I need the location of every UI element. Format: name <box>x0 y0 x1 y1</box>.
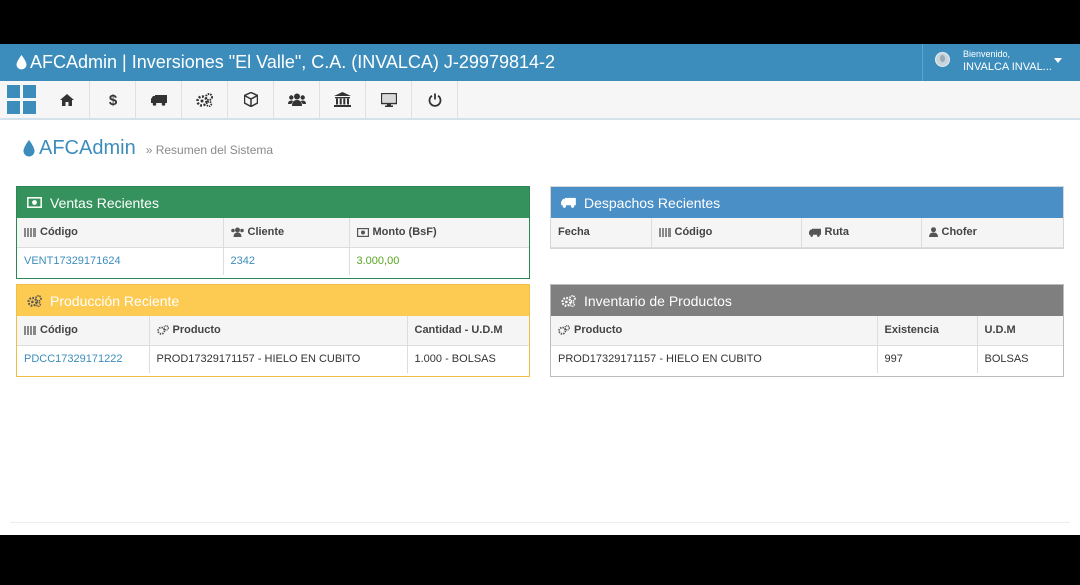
truck-icon <box>150 94 167 106</box>
venta-codigo-link[interactable]: VENT17329171624 <box>17 247 224 275</box>
col-codigo[interactable]: Código <box>17 316 150 346</box>
cogs-icon <box>561 294 576 307</box>
produccion-cantidad: 1.000 - BOLSAS <box>414 353 496 366</box>
col-existencia[interactable]: Existencia <box>877 316 978 346</box>
truck-icon <box>808 228 821 237</box>
col-codigo[interactable]: Código <box>651 218 802 248</box>
user-menu[interactable]: Bienvenido, INVALCA INVAL... <box>922 44 1080 81</box>
ventas-table: Código Cliente Monto (BsF) VENT173291716… <box>17 218 529 275</box>
cube-icon <box>243 92 258 107</box>
barcode-icon <box>24 227 36 237</box>
users-icon <box>287 93 306 106</box>
cogs-icon <box>156 325 169 336</box>
users-icon <box>230 227 244 238</box>
table-row[interactable]: PROD17329171157 - HIELO EN CUBITO 997 BO… <box>551 345 1063 373</box>
power-icon <box>428 93 441 107</box>
users-button[interactable] <box>274 81 320 118</box>
col-producto[interactable]: Producto <box>149 316 408 346</box>
table-row[interactable]: VENT17329171624 2342 3.000,00 <box>17 247 529 275</box>
bank-icon <box>334 92 351 107</box>
inventario-table: Producto Existencia U.D.M PROD1732917115… <box>551 316 1063 373</box>
venta-monto: 3.000,00 <box>356 255 400 268</box>
home-icon <box>59 93 74 106</box>
app-brand[interactable]: AFCAdmin | Inversiones "El Valle", C.A. … <box>16 51 555 73</box>
finance-button[interactable]: $ <box>90 81 136 118</box>
inventario-panel-header: Inventario de Productos <box>551 285 1063 316</box>
cogs-icon <box>558 325 570 336</box>
inventario-producto: PROD17329171157 - HIELO EN CUBITO <box>551 345 878 373</box>
production-button[interactable] <box>182 81 228 118</box>
col-codigo[interactable]: Código <box>17 218 224 248</box>
col-udm[interactable]: U.D.M <box>977 316 1063 346</box>
logout-button[interactable] <box>412 81 458 118</box>
venta-cliente-link[interactable]: 2342 <box>223 247 350 275</box>
dispatch-button[interactable] <box>136 81 182 118</box>
col-producto[interactable]: Producto <box>551 316 878 346</box>
user-name: INVALCA INVAL... <box>963 61 1052 73</box>
cogs-icon <box>196 92 213 107</box>
despachos-panel: Despachos Recientes Fecha Código Ruta Ch… <box>550 186 1064 249</box>
inventory-button[interactable] <box>228 81 274 118</box>
top-navbar: AFCAdmin | Inversiones "El Valle", C.A. … <box>0 44 1080 81</box>
money-icon <box>27 197 42 208</box>
svg-text:$: $ <box>108 92 117 107</box>
app-title: AFCAdmin | Inversiones "El Valle", C.A. … <box>30 52 555 72</box>
toolbar: $ <box>0 81 1080 120</box>
despachos-table: Fecha Código Ruta Chofer <box>551 218 1063 248</box>
money-icon <box>356 227 369 237</box>
produccion-table: Código Producto Cantidad - U.D.M PDCC173… <box>17 316 529 373</box>
produccion-title: Producción Reciente <box>50 292 180 309</box>
user-avatar <box>935 52 950 67</box>
col-cantidad[interactable]: Cantidad - U.D.M <box>407 316 529 346</box>
produccion-producto: PROD17329171157 - HIELO EN CUBITO <box>149 345 408 373</box>
col-chofer[interactable]: Chofer <box>921 218 1063 248</box>
produccion-panel: Producción Reciente Código Producto Cant… <box>16 284 530 377</box>
tint-icon <box>23 139 35 156</box>
breadcrumb: » Resumen del Sistema <box>146 143 273 157</box>
cogs-icon <box>27 294 42 307</box>
footer-divider <box>10 522 1070 523</box>
col-ruta[interactable]: Ruta <box>801 218 922 248</box>
produccion-codigo-link[interactable]: PDCC17329171222 <box>17 345 150 373</box>
caret-down-icon <box>1054 58 1062 63</box>
monitor-button[interactable] <box>366 81 412 118</box>
home-button[interactable] <box>44 81 90 118</box>
breadcrumb-separator-icon: » <box>145 143 156 157</box>
user-icon <box>928 227 938 238</box>
app-window: AFCAdmin | Inversiones "El Valle", C.A. … <box>0 44 1080 535</box>
barcode-icon <box>24 325 36 335</box>
despachos-title: Despachos Recientes <box>584 194 721 211</box>
tint-icon <box>16 54 27 69</box>
inventario-udm: BOLSAS <box>984 353 1029 366</box>
page-header: AFCAdmin » Resumen del Sistema <box>23 136 273 160</box>
produccion-panel-header: Producción Reciente <box>17 285 529 316</box>
inventario-title: Inventario de Productos <box>584 292 732 309</box>
col-monto[interactable]: Monto (BsF) <box>349 218 529 248</box>
col-cliente[interactable]: Cliente <box>223 218 350 248</box>
barcode-icon <box>658 227 671 237</box>
inventario-existencia: 997 <box>877 345 978 373</box>
breadcrumb-current: Resumen del Sistema <box>155 143 274 157</box>
monitor-icon <box>380 92 397 107</box>
ventas-panel-header: Ventas Recientes <box>17 187 529 218</box>
welcome-label: Bienvenido, <box>963 49 1011 59</box>
despachos-panel-header: Despachos Recientes <box>551 187 1063 218</box>
bank-button[interactable] <box>320 81 366 118</box>
ventas-panel: Ventas Recientes Código Cliente Monto (B… <box>16 186 530 279</box>
truck-icon <box>561 197 576 208</box>
col-fecha[interactable]: Fecha <box>551 218 652 248</box>
table-row[interactable]: PDCC17329171222 PROD17329171157 - HIELO … <box>17 345 529 373</box>
grid-menu-icon[interactable] <box>7 85 37 115</box>
ventas-title: Ventas Recientes <box>50 194 159 211</box>
page-title: AFCAdmin <box>39 137 136 159</box>
dollar-icon: $ <box>108 92 117 107</box>
inventario-panel: Inventario de Productos Producto Existen… <box>550 284 1064 377</box>
